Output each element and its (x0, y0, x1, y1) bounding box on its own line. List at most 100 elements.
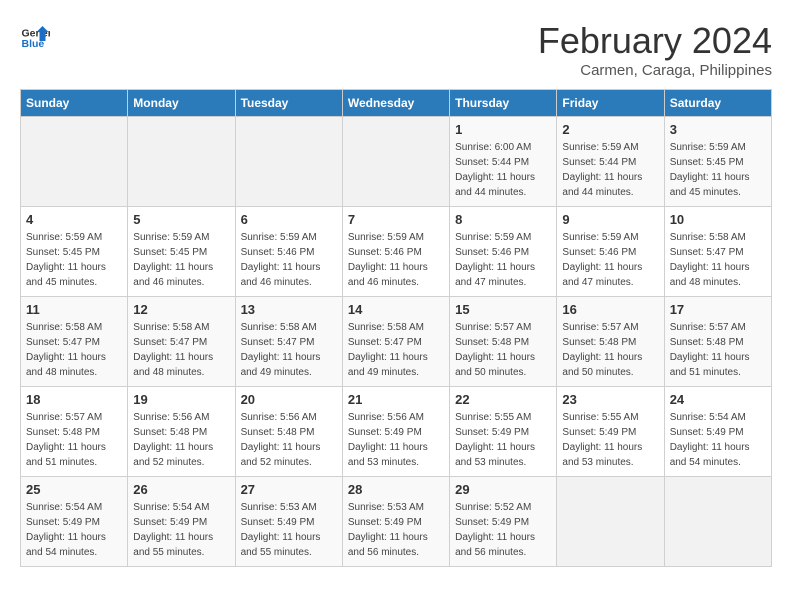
header-cell-saturday: Saturday (664, 90, 771, 117)
month-title: February 2024 (538, 20, 772, 62)
calendar-body: 1 Sunrise: 6:00 AM Sunset: 5:44 PM Daylig… (21, 117, 772, 567)
header-cell-tuesday: Tuesday (235, 90, 342, 117)
day-info: Sunrise: 5:59 AM Sunset: 5:46 PM Dayligh… (455, 230, 551, 290)
day-info: Sunrise: 5:59 AM Sunset: 5:46 PM Dayligh… (348, 230, 444, 290)
day-info: Sunrise: 5:55 AM Sunset: 5:49 PM Dayligh… (562, 410, 658, 470)
calendar-cell: 5 Sunrise: 5:59 AM Sunset: 5:45 PM Daylig… (128, 207, 235, 297)
day-number: 9 (562, 212, 658, 227)
page-header: General Blue February 2024 Carmen, Carag… (20, 20, 772, 79)
calendar-cell (664, 477, 771, 567)
calendar-cell: 8 Sunrise: 5:59 AM Sunset: 5:46 PM Daylig… (450, 207, 557, 297)
day-number: 7 (348, 212, 444, 227)
day-number: 28 (348, 482, 444, 497)
day-info: Sunrise: 5:58 AM Sunset: 5:47 PM Dayligh… (26, 320, 122, 380)
header-cell-sunday: Sunday (21, 90, 128, 117)
calendar-cell: 26Sunrise: 5:54 AM Sunset: 5:49 PM Dayli… (128, 477, 235, 567)
day-info: Sunrise: 5:52 AM Sunset: 5:49 PM Dayligh… (455, 500, 551, 560)
day-number: 20 (241, 392, 337, 407)
calendar-cell: 15 Sunrise: 5:57 AM Sunset: 5:48 PM Dayli… (450, 297, 557, 387)
day-info: Sunrise: 5:59 AM Sunset: 5:45 PM Dayligh… (26, 230, 122, 290)
day-number: 17 (670, 302, 766, 317)
day-number: 15 (455, 302, 551, 317)
day-info: Sunrise: 5:59 AM Sunset: 5:46 PM Dayligh… (241, 230, 337, 290)
day-number: 18 (26, 392, 122, 407)
day-info: Sunrise: 5:58 AM Sunset: 5:47 PM Dayligh… (348, 320, 444, 380)
day-info: Sunrise: 5:54 AM Sunset: 5:49 PM Dayligh… (670, 410, 766, 470)
calendar-cell: 28 Sunrise: 5:53 AM Sunset: 5:49 PM Dayli… (342, 477, 449, 567)
calendar-cell: 22 Sunrise: 5:55 AM Sunset: 5:49 PM Dayli… (450, 387, 557, 477)
calendar-header: SundayMondayTuesdayWednesdayThursdayFrid… (21, 90, 772, 117)
day-number: 5 (133, 212, 229, 227)
day-info: Sunrise: 5:56 AM Sunset: 5:49 PM Dayligh… (348, 410, 444, 470)
day-info: Sunrise: 6:00 AM Sunset: 5:44 PM Dayligh… (455, 140, 551, 200)
logo: General Blue (20, 20, 50, 50)
calendar-week-3: 11 Sunrise: 5:58 AM Sunset: 5:47 PM Dayli… (21, 297, 772, 387)
calendar-cell (235, 117, 342, 207)
day-number: 4 (26, 212, 122, 227)
day-info: Sunrise: 5:59 AM Sunset: 5:45 PM Dayligh… (670, 140, 766, 200)
day-info: Sunrise: 5:57 AM Sunset: 5:48 PM Dayligh… (455, 320, 551, 380)
day-number: 1 (455, 122, 551, 137)
day-info: Sunrise: 5:59 AM Sunset: 5:46 PM Dayligh… (562, 230, 658, 290)
day-number: 12 (133, 302, 229, 317)
day-number: 3 (670, 122, 766, 137)
calendar-cell: 6 Sunrise: 5:59 AM Sunset: 5:46 PM Daylig… (235, 207, 342, 297)
day-number: 19 (133, 392, 229, 407)
calendar-cell: 25Sunrise: 5:54 AM Sunset: 5:49 PM Dayli… (21, 477, 128, 567)
calendar-cell: 19 Sunrise: 5:56 AM Sunset: 5:48 PM Dayli… (128, 387, 235, 477)
day-number: 6 (241, 212, 337, 227)
day-info: Sunrise: 5:55 AM Sunset: 5:49 PM Dayligh… (455, 410, 551, 470)
calendar-cell (21, 117, 128, 207)
calendar-cell: 24 Sunrise: 5:54 AM Sunset: 5:49 PM Dayli… (664, 387, 771, 477)
calendar-week-5: 25Sunrise: 5:54 AM Sunset: 5:49 PM Dayli… (21, 477, 772, 567)
calendar-cell: 9 Sunrise: 5:59 AM Sunset: 5:46 PM Daylig… (557, 207, 664, 297)
logo-icon: General Blue (20, 20, 50, 50)
calendar-cell: 27Sunrise: 5:53 AM Sunset: 5:49 PM Dayli… (235, 477, 342, 567)
day-info: Sunrise: 5:57 AM Sunset: 5:48 PM Dayligh… (562, 320, 658, 380)
calendar-cell: 7 Sunrise: 5:59 AM Sunset: 5:46 PM Daylig… (342, 207, 449, 297)
day-number: 24 (670, 392, 766, 407)
calendar-cell: 12 Sunrise: 5:58 AM Sunset: 5:47 PM Dayli… (128, 297, 235, 387)
header-row: SundayMondayTuesdayWednesdayThursdayFrid… (21, 90, 772, 117)
calendar-cell: 4 Sunrise: 5:59 AM Sunset: 5:45 PM Daylig… (21, 207, 128, 297)
calendar-cell: 13 Sunrise: 5:58 AM Sunset: 5:47 PM Dayli… (235, 297, 342, 387)
day-info: Sunrise: 5:58 AM Sunset: 5:47 PM Dayligh… (670, 230, 766, 290)
calendar-week-2: 4 Sunrise: 5:59 AM Sunset: 5:45 PM Daylig… (21, 207, 772, 297)
calendar-cell: 21Sunrise: 5:56 AM Sunset: 5:49 PM Dayli… (342, 387, 449, 477)
calendar-cell: 16 Sunrise: 5:57 AM Sunset: 5:48 PM Dayli… (557, 297, 664, 387)
header-cell-friday: Friday (557, 90, 664, 117)
day-number: 13 (241, 302, 337, 317)
header-cell-monday: Monday (128, 90, 235, 117)
day-info: Sunrise: 5:59 AM Sunset: 5:45 PM Dayligh… (133, 230, 229, 290)
calendar-cell: 11 Sunrise: 5:58 AM Sunset: 5:47 PM Dayli… (21, 297, 128, 387)
day-info: Sunrise: 5:53 AM Sunset: 5:49 PM Dayligh… (348, 500, 444, 560)
day-number: 27 (241, 482, 337, 497)
calendar-cell: 14 Sunrise: 5:58 AM Sunset: 5:47 PM Dayli… (342, 297, 449, 387)
day-info: Sunrise: 5:58 AM Sunset: 5:47 PM Dayligh… (241, 320, 337, 380)
day-number: 16 (562, 302, 658, 317)
day-info: Sunrise: 5:54 AM Sunset: 5:49 PM Dayligh… (26, 500, 122, 560)
calendar-cell: 3 Sunrise: 5:59 AM Sunset: 5:45 PM Daylig… (664, 117, 771, 207)
day-number: 23 (562, 392, 658, 407)
header-cell-wednesday: Wednesday (342, 90, 449, 117)
day-number: 8 (455, 212, 551, 227)
title-section: February 2024 Carmen, Caraga, Philippine… (538, 20, 772, 79)
calendar-cell: 23 Sunrise: 5:55 AM Sunset: 5:49 PM Dayli… (557, 387, 664, 477)
day-info: Sunrise: 5:57 AM Sunset: 5:48 PM Dayligh… (26, 410, 122, 470)
day-info: Sunrise: 5:58 AM Sunset: 5:47 PM Dayligh… (133, 320, 229, 380)
day-info: Sunrise: 5:54 AM Sunset: 5:49 PM Dayligh… (133, 500, 229, 560)
day-number: 11 (26, 302, 122, 317)
day-number: 22 (455, 392, 551, 407)
calendar-cell: 20Sunrise: 5:56 AM Sunset: 5:48 PM Dayli… (235, 387, 342, 477)
day-number: 14 (348, 302, 444, 317)
location-subtitle: Carmen, Caraga, Philippines (538, 62, 772, 79)
calendar-cell (342, 117, 449, 207)
day-info: Sunrise: 5:57 AM Sunset: 5:48 PM Dayligh… (670, 320, 766, 380)
day-info: Sunrise: 5:56 AM Sunset: 5:48 PM Dayligh… (133, 410, 229, 470)
day-number: 2 (562, 122, 658, 137)
calendar-week-4: 18 Sunrise: 5:57 AM Sunset: 5:48 PM Dayli… (21, 387, 772, 477)
header-cell-thursday: Thursday (450, 90, 557, 117)
calendar-table: SundayMondayTuesdayWednesdayThursdayFrid… (20, 89, 772, 567)
calendar-week-1: 1 Sunrise: 6:00 AM Sunset: 5:44 PM Daylig… (21, 117, 772, 207)
calendar-cell: 18 Sunrise: 5:57 AM Sunset: 5:48 PM Dayli… (21, 387, 128, 477)
